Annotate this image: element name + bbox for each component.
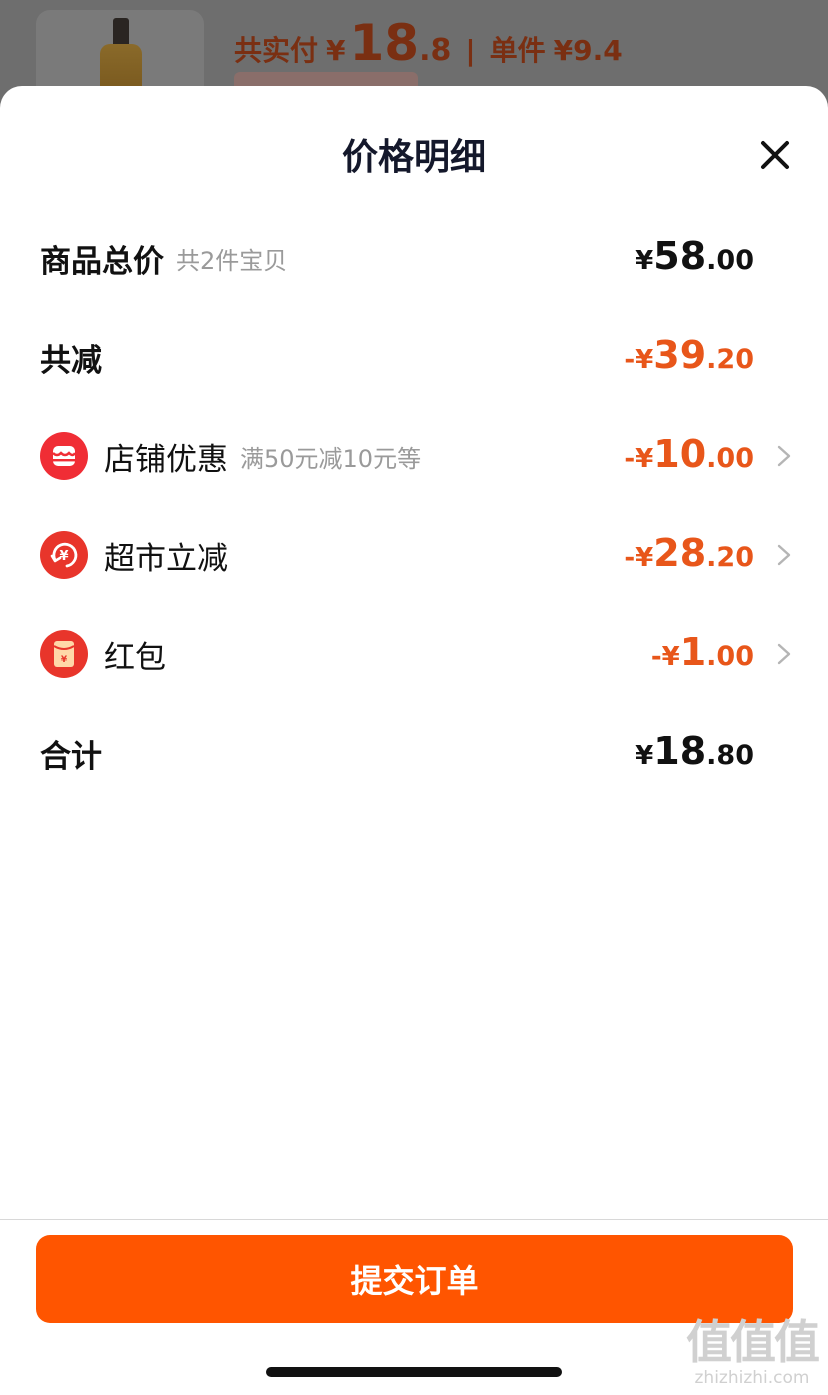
grand-total-int: 18 bbox=[653, 729, 707, 773]
grand-total-amount: ¥ 18 .80 bbox=[635, 723, 754, 783]
shop-discount-currency: -¥ bbox=[624, 444, 654, 474]
total-discount-int: 39 bbox=[653, 333, 707, 377]
chevron-right-icon[interactable] bbox=[776, 642, 792, 666]
chevron-right-icon[interactable] bbox=[776, 543, 792, 567]
shop-discount-detail: 满50元减10元等 bbox=[240, 444, 422, 473]
red-packet-icon: ¥ bbox=[40, 630, 88, 678]
total-discount-currency: -¥ bbox=[624, 345, 654, 375]
total-discount-label: 共减 bbox=[40, 342, 102, 379]
row-red-packet[interactable]: ¥ 红包 -¥ 1 .00 bbox=[40, 624, 800, 684]
chevron-right-icon[interactable] bbox=[776, 444, 792, 468]
paid-price-int: 18 bbox=[349, 14, 420, 72]
goods-total-label: 商品总价 bbox=[40, 243, 164, 280]
row-shop-discount[interactable]: 店铺优惠 满50元减10元等 -¥ 10 .00 bbox=[40, 426, 800, 486]
paid-currency: ¥ bbox=[326, 34, 346, 67]
watermark-url: zhizhizhi.com bbox=[694, 1368, 810, 1388]
price-detail-sheet: 价格明细 商品总价 共2件宝贝 ¥ 58 .00 共减 -¥ 39 .20 店铺… bbox=[0, 86, 828, 1395]
shop-discount-label: 店铺优惠 bbox=[104, 441, 228, 478]
price-separator: | bbox=[465, 34, 476, 67]
goods-total-currency: ¥ bbox=[635, 246, 654, 276]
unit-label: 单件 bbox=[489, 34, 546, 67]
svg-text:¥: ¥ bbox=[59, 549, 68, 564]
paid-label: 共实付 bbox=[234, 34, 319, 67]
unit-price: ¥9.4 bbox=[553, 34, 623, 67]
market-discount-dec: .20 bbox=[706, 542, 754, 573]
red-packet-amount: -¥ 1 .00 bbox=[651, 624, 754, 684]
row-goods-total: 商品总价 共2件宝贝 ¥ 58 .00 bbox=[40, 228, 800, 288]
paid-price-dec: .8 bbox=[419, 33, 452, 68]
sheet-title: 价格明细 bbox=[341, 137, 486, 178]
goods-count: 共2件宝贝 bbox=[176, 246, 288, 275]
footer-divider bbox=[0, 1219, 828, 1220]
store-icon bbox=[40, 432, 88, 480]
grand-total-label: 合计 bbox=[40, 738, 102, 775]
red-packet-label: 红包 bbox=[104, 639, 166, 676]
watermark-logo: 值值值 bbox=[686, 1315, 820, 1369]
goods-total-amount: ¥ 58 .00 bbox=[635, 228, 754, 288]
watermark: 值值值 zhizhizhi.com bbox=[686, 1315, 820, 1388]
grand-total-currency: ¥ bbox=[635, 741, 654, 771]
red-packet-dec: .00 bbox=[706, 641, 754, 672]
row-grand-total: 合计 ¥ 18 .80 bbox=[40, 723, 800, 783]
red-packet-currency: -¥ bbox=[650, 642, 680, 672]
goods-total-int: 58 bbox=[653, 234, 707, 278]
close-icon[interactable] bbox=[756, 136, 794, 174]
yuan-refresh-icon: ¥ bbox=[40, 531, 88, 579]
market-discount-label: 超市立减 bbox=[104, 540, 228, 577]
market-discount-amount: -¥ 28 .20 bbox=[624, 525, 754, 585]
background-price-summary: 共实付 ¥ 18 .8 | 单件 ¥9.4 bbox=[234, 14, 623, 72]
red-packet-int: 1 bbox=[679, 630, 707, 674]
total-discount-amount: -¥ 39 .20 bbox=[624, 327, 754, 387]
goods-total-dec: .00 bbox=[706, 245, 754, 276]
home-indicator[interactable] bbox=[266, 1367, 562, 1377]
market-discount-currency: -¥ bbox=[624, 543, 654, 573]
shop-discount-int: 10 bbox=[653, 432, 707, 476]
row-market-discount[interactable]: ¥ 超市立减 -¥ 28 .20 bbox=[40, 525, 800, 585]
market-discount-int: 28 bbox=[653, 531, 707, 575]
submit-order-button[interactable]: 提交订单 bbox=[36, 1235, 793, 1323]
shop-discount-dec: .00 bbox=[706, 443, 754, 474]
grand-total-dec: .80 bbox=[706, 740, 754, 771]
shop-discount-amount: -¥ 10 .00 bbox=[624, 426, 754, 486]
total-discount-dec: .20 bbox=[706, 344, 754, 375]
svg-text:¥: ¥ bbox=[61, 655, 68, 665]
row-total-discount: 共减 -¥ 39 .20 bbox=[40, 327, 800, 387]
